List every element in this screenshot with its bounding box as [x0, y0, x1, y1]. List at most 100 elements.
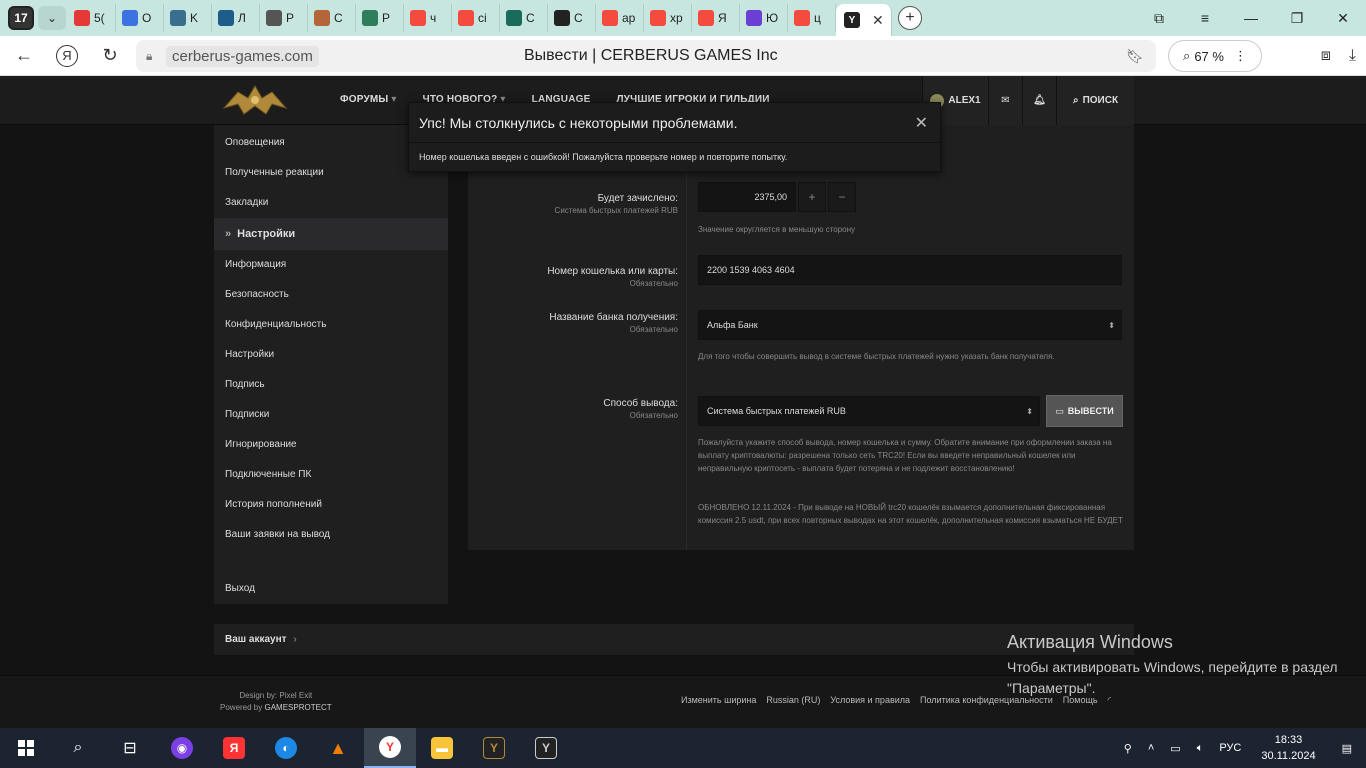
tab-list-chevron-icon[interactable]: ⌄ — [38, 6, 66, 30]
window-controls: ⧉ ≡ — ❐ ✕ — [1136, 0, 1366, 36]
withdraw-method-select[interactable]: Система быстрых платежей RUB ⬍ — [698, 396, 1040, 426]
search-icon[interactable]: ⌕ — [52, 728, 104, 768]
user-area: ALEX1 ✉ 🔔︎ ⌕ ПОИСК — [922, 76, 1134, 125]
yandex-button[interactable]: Я — [56, 44, 78, 67]
sidebar-item-info[interactable]: Информация — [214, 250, 448, 280]
picture-icon — [314, 10, 330, 26]
download-icon[interactable]: ⤓ — [1349, 47, 1356, 65]
menu-icon[interactable]: ≡ — [1182, 0, 1228, 36]
browser-tab[interactable]: Ю — [740, 4, 788, 32]
url-domain[interactable]: cerberus-games.com — [166, 45, 319, 67]
design-credit: Design by: Pixel Exit — [239, 691, 313, 700]
your-account-link[interactable]: Ваш аккаунт › — [214, 624, 1134, 655]
yandex-browser-icon[interactable]: Y — [364, 728, 416, 768]
wallet-label-text: Номер кошелька или карты: — [547, 266, 678, 277]
tab-label: ар — [622, 11, 636, 25]
footer-link-width[interactable]: Изменить ширина — [681, 695, 756, 706]
clock[interactable]: 18:33 30.11.2024 — [1249, 732, 1327, 764]
nav-forums[interactable]: ФОРУМЫ — [340, 94, 397, 105]
tab-active[interactable]: Y ✕ — [836, 4, 892, 36]
browser-tab[interactable]: ц — [788, 4, 836, 32]
browser-tab[interactable]: С — [548, 4, 596, 32]
browser-tab[interactable]: С — [500, 4, 548, 32]
bank-sublabel: Обязательно — [629, 325, 678, 334]
yandex-app-icon[interactable]: Я — [208, 728, 260, 768]
search-button[interactable]: ⌕ ПОИСК — [1056, 76, 1134, 125]
alice-icon[interactable]: ◉ — [156, 728, 208, 768]
footer-link-terms[interactable]: Условия и правила — [830, 695, 910, 706]
notifications-icon[interactable]: 🔔︎ — [1022, 76, 1056, 125]
sidebar-item-topup-history[interactable]: История пополнений — [214, 490, 448, 520]
url-box[interactable]: 🔒︎ cerberus-games.com Вывести | CERBERUS… — [136, 40, 1156, 72]
bank-label-text: Название банка получения: — [549, 312, 678, 323]
logout-link[interactable]: Выход — [214, 573, 448, 604]
browser-tab[interactable]: Л — [212, 4, 260, 32]
extensions-icon[interactable]: ⧈ — [1321, 47, 1331, 65]
browser-tab[interactable]: Я — [692, 4, 740, 32]
sidebar-item-privacy[interactable]: Конфиденциальность — [214, 310, 448, 340]
minimize-button[interactable]: — — [1228, 0, 1274, 36]
browser-tab[interactable]: K — [164, 4, 212, 32]
decrement-button[interactable]: − — [828, 182, 856, 212]
wallet-number-input[interactable]: 2200 1539 4063 4604 — [698, 255, 1122, 285]
sidebar-item-label: Настройки — [237, 228, 296, 240]
sidebar-item-signature[interactable]: Подпись — [214, 370, 448, 400]
language-indicator[interactable]: РУС — [1211, 742, 1249, 754]
more-icon[interactable]: ⋮ — [1234, 48, 1247, 64]
start-button[interactable] — [0, 728, 52, 768]
browser-tab[interactable]: Р — [260, 4, 308, 32]
tab-count-button[interactable]: 17 — [8, 6, 34, 30]
sidebar-item-security[interactable]: Безопасность — [214, 280, 448, 310]
site-logo-icon[interactable] — [220, 82, 290, 118]
file-explorer-icon[interactable]: ▬ — [416, 728, 468, 768]
browser-tab[interactable]: сі — [452, 4, 500, 32]
bookmark-icon[interactable]: 🔖︎ — [1126, 48, 1144, 65]
game-launcher-2-icon[interactable]: Y — [520, 728, 572, 768]
browser-tab[interactable]: хр — [644, 4, 692, 32]
reload-button[interactable]: ↻ — [94, 40, 126, 72]
back-button[interactable]: ← — [8, 40, 40, 72]
windows-logo-icon — [18, 740, 34, 756]
restore-button[interactable]: ❐ — [1274, 0, 1320, 36]
new-tab-button[interactable]: + — [898, 6, 922, 30]
volume-icon[interactable]: 🔈︎ — [1189, 742, 1212, 755]
powered-name[interactable]: GAMESPROTECT — [264, 703, 331, 712]
y-glyph: Y — [379, 736, 401, 758]
browser-tab[interactable]: O — [116, 4, 164, 32]
increment-button[interactable]: + — [798, 182, 826, 212]
people-icon[interactable]: ⚲ — [1116, 742, 1140, 755]
withdraw-button[interactable]: ▭ ВЫВЕСТИ — [1046, 395, 1123, 427]
browser-tab[interactable]: Р — [356, 4, 404, 32]
browser-tab[interactable]: ч — [404, 4, 452, 32]
collections-icon[interactable]: ⧉ — [1136, 0, 1182, 36]
footer-credits: Design by: Pixel Exit Powered by GAMESPR… — [220, 690, 332, 714]
sidebar-item-settings-header[interactable]: » Настройки — [214, 218, 448, 250]
game-glyph: Y — [535, 737, 557, 759]
game-launcher-icon[interactable]: Y — [468, 728, 520, 768]
footer-link-language[interactable]: Russian (RU) — [766, 695, 820, 706]
network-icon[interactable]: ▭ — [1162, 742, 1188, 755]
bank-select[interactable]: Альфа Банк ⬍ — [698, 310, 1122, 340]
sidebar-item-bookmarks[interactable]: Закладки — [214, 188, 448, 218]
sidebar-item-connected-pcs[interactable]: Подключенные ПК — [214, 460, 448, 490]
sidebar-item-ignoring[interactable]: Игнорирование — [214, 430, 448, 460]
app-blue-icon[interactable]: ◐ — [260, 728, 312, 768]
tray-expand-icon[interactable]: ˄ — [1140, 742, 1162, 754]
close-icon[interactable]: ✕ — [915, 113, 928, 133]
zoom-indicator[interactable]: ⌕ 67 % ⋮ — [1168, 40, 1262, 72]
select-arrows-icon: ⬍ — [1108, 320, 1115, 330]
sidebar-item-subscriptions[interactable]: Подписки — [214, 400, 448, 430]
close-window-button[interactable]: ✕ — [1320, 0, 1366, 36]
vlc-icon[interactable]: ▲ — [312, 728, 364, 768]
browser-tab[interactable]: ар — [596, 4, 644, 32]
notifications-center-icon[interactable]: ▤ — [1328, 742, 1366, 755]
credit-amount-input[interactable]: 2375,00 — [698, 182, 796, 212]
close-tab-icon[interactable]: ✕ — [872, 12, 884, 29]
task-view-icon[interactable]: ⊟ — [104, 728, 156, 768]
credit-label-text: Будет зачислено: — [597, 193, 678, 204]
sidebar-item-withdraw-requests[interactable]: Ваши заявки на вывод — [214, 520, 448, 550]
sidebar-item-settings[interactable]: Настройки — [214, 340, 448, 370]
browser-tab[interactable]: С — [308, 4, 356, 32]
messages-icon[interactable]: ✉ — [988, 76, 1022, 125]
browser-tab[interactable]: 5( — [68, 4, 116, 32]
